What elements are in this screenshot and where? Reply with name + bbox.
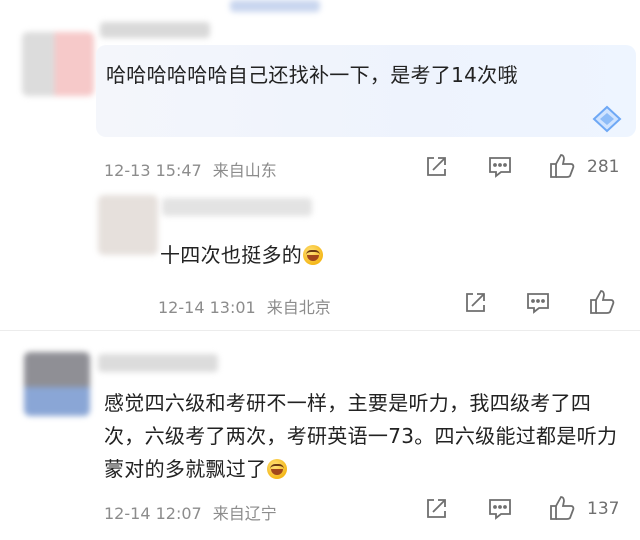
share-icon[interactable] — [462, 290, 488, 316]
comment-meta: 12-14 12:07 来自辽宁 — [104, 500, 277, 524]
reply-icon[interactable] — [524, 290, 552, 316]
comment-text-content: 十四次也挺多的 — [160, 243, 303, 267]
like-count: 281 — [587, 157, 620, 177]
comment-location: 来自北京 — [266, 298, 331, 317]
avatar[interactable] — [98, 195, 158, 255]
like-count: 137 — [587, 499, 620, 519]
comment-divider — [0, 330, 640, 331]
avatar[interactable] — [24, 352, 90, 416]
diamond-badge-icon — [592, 105, 622, 133]
like-icon[interactable] — [588, 288, 616, 316]
reply-icon[interactable] — [486, 496, 514, 522]
blurred-header-strip — [230, 0, 320, 12]
username[interactable] — [100, 22, 210, 38]
comment-meta: 12-14 13:01 来自北京 — [158, 294, 331, 318]
comment-date: 12-14 13:01 — [158, 298, 256, 317]
comment-text: 哈哈哈哈哈哈自己还找补一下，是考了14次哦 — [106, 63, 518, 87]
share-icon[interactable] — [423, 154, 449, 180]
username[interactable] — [162, 198, 312, 216]
laugh-emoji-icon — [303, 245, 324, 265]
share-icon[interactable] — [423, 496, 449, 522]
like-icon[interactable] — [548, 494, 576, 522]
reply-icon[interactable] — [486, 154, 514, 180]
username[interactable] — [98, 354, 218, 372]
comment-location: 来自山东 — [212, 161, 277, 180]
comment-text: 感觉四六级和考研不一样，主要是听力，我四级考了四次，六级考了两次，考研英语一73… — [104, 387, 619, 486]
comment-location: 来自辽宁 — [212, 504, 277, 523]
comment-date: 12-13 15:47 — [104, 161, 202, 180]
comment-date: 12-14 12:07 — [104, 504, 202, 523]
like-icon[interactable] — [548, 152, 576, 180]
comment-text: 十四次也挺多的 — [160, 239, 324, 272]
avatar[interactable] — [22, 32, 94, 96]
comment-meta: 12-13 15:47 来自山东 — [104, 157, 277, 181]
comment-text-content: 感觉四六级和考研不一样，主要是听力，我四级考了四次，六级考了两次，考研英语一73… — [104, 391, 618, 481]
laugh-emoji-icon — [267, 459, 288, 479]
